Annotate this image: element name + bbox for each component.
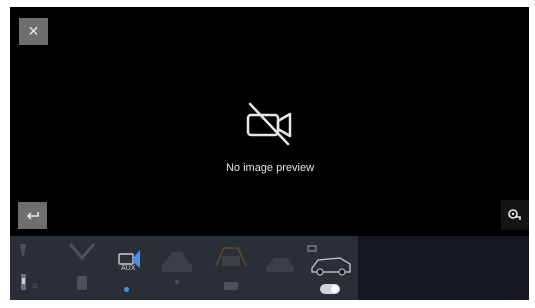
trailer-view-icon	[215, 247, 247, 290]
camera-switch-button[interactable]	[501, 200, 529, 230]
vehicle-view-cell-3[interactable]	[258, 236, 302, 300]
camera-settings-icon	[508, 209, 521, 220]
aux-label: AUX	[121, 265, 136, 272]
sensor-cell-1[interactable]	[10, 236, 60, 300]
close-icon: ✕	[27, 23, 40, 39]
bottom-control-bar: AUX	[10, 236, 529, 300]
sensor-pole-icon	[20, 244, 38, 290]
back-button[interactable]	[18, 202, 47, 229]
no-preview-message: No image preview	[225, 162, 315, 174]
camera-screen: ✕ No image preview AUX	[10, 7, 529, 300]
toggle-knob	[331, 285, 339, 293]
side-camera-icon	[266, 258, 294, 272]
vehicle-top-icon	[162, 252, 192, 284]
close-button[interactable]: ✕	[19, 18, 48, 45]
vehicle-view-cell-1[interactable]	[150, 236, 204, 300]
mirror-icon	[68, 243, 96, 290]
surround-toggle[interactable]	[320, 284, 340, 294]
surround-view-cell[interactable]	[302, 236, 358, 300]
aux-active-indicator	[124, 287, 129, 292]
camera-off-icon	[246, 102, 292, 146]
sensor-cell-2[interactable]	[60, 236, 105, 300]
aux-camera-cell[interactable]: AUX	[105, 236, 150, 300]
vehicle-view-cell-2[interactable]	[204, 236, 258, 300]
preview-area: No image preview	[190, 99, 350, 174]
return-arrow-icon	[26, 211, 39, 220]
